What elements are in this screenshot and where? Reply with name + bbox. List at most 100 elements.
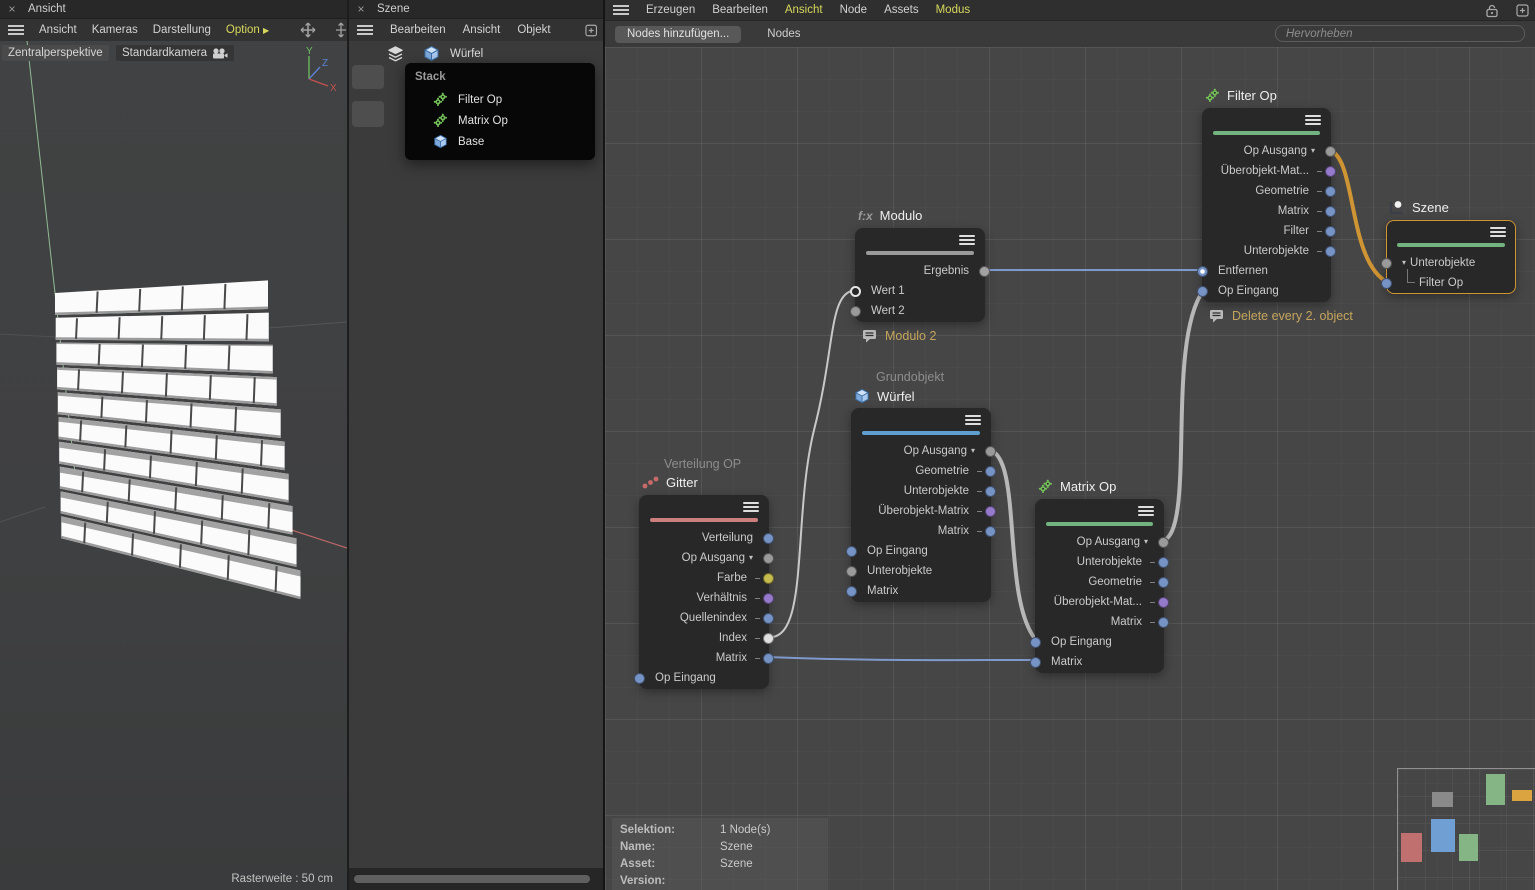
layers-icon[interactable] [387,46,404,62]
port-socket[interactable] [1381,258,1392,269]
menu-erzeugen[interactable]: Erzeugen [646,4,695,16]
node-filter-op[interactable]: Filter Op Op Ausgang▾Überobjekt-Mat...Ge… [1202,108,1331,302]
menu-bearbeiten[interactable]: Bearbeiten [390,24,446,36]
add-panel-icon[interactable] [1516,4,1529,17]
port-farbe[interactable]: Farbe [640,568,768,588]
port-wert-2[interactable]: Wert 2 [856,301,984,321]
port-options-arrow-icon[interactable]: ▾ [749,553,753,562]
port-socket[interactable] [1325,146,1336,157]
port-matrix[interactable]: Matrix [852,581,990,601]
menu-objekt[interactable]: Objekt [517,24,550,36]
node-menu-icon[interactable] [1490,227,1506,237]
pan-icon[interactable] [299,21,317,39]
port-unterobjekte[interactable]: Unterobjekte [1203,241,1330,261]
node-menu-icon[interactable] [959,235,975,245]
node-canvas[interactable] [605,47,1535,890]
port-socket[interactable] [1158,597,1169,608]
port-quellenindex[interactable]: Quellenindex [640,608,768,628]
port-geometrie[interactable]: Geometrie [1203,181,1330,201]
port-socket[interactable] [1325,206,1336,217]
tree-item-wuerfel[interactable]: Würfel [423,45,483,62]
port-socket[interactable] [985,486,996,497]
tab-nodes[interactable]: Nodes [767,28,800,40]
port-verh-ltnis[interactable]: Verhältnis [640,588,768,608]
add-panel-icon[interactable] [585,24,597,37]
port-socket[interactable] [634,673,645,684]
scrollbar-thumb[interactable] [354,875,590,883]
node-menu-icon[interactable] [1138,506,1154,516]
hamburger-icon[interactable] [357,25,373,35]
port-socket[interactable] [1381,278,1392,289]
port-options-arrow-icon[interactable]: ▾ [1144,537,1148,546]
port-socket[interactable] [846,566,857,577]
port-matrix[interactable]: Matrix [1203,201,1330,221]
port-socket[interactable] [985,446,996,457]
collapse-arrow-icon[interactable]: ▾ [1402,258,1406,267]
perspective-label[interactable]: Zentralperspektive [2,45,109,61]
viewport-3d-view[interactable]: Zentralperspektive Standardkamera Y Z X [0,41,347,890]
port--berobjekt-mat-[interactable]: Überobjekt-Mat... [1203,161,1330,181]
port-matrix[interactable]: Matrix [640,648,768,668]
port-geometrie[interactable]: Geometrie [852,461,990,481]
lock-icon[interactable] [1485,3,1499,18]
stack-item-matrix-op[interactable]: Matrix Op [405,110,595,131]
port-wert-1[interactable]: Wert 1 [856,281,984,301]
port-op-eingang[interactable]: Op Eingang [1036,632,1163,652]
menu-bearbeiten[interactable]: Bearbeiten [712,4,768,16]
port-options-arrow-icon[interactable]: ▾ [1311,146,1315,155]
port-socket[interactable] [1197,266,1208,277]
layer-swatch[interactable] [352,65,384,89]
node-matrix-op[interactable]: Matrix Op Op Ausgang▾UnterobjekteGeometr… [1035,499,1164,673]
port-socket[interactable] [1325,226,1336,237]
port--berobjekt-matrix[interactable]: Überobjekt-Matrix [852,501,990,521]
port-matrix[interactable]: Matrix [852,521,990,541]
port-socket[interactable] [763,593,774,604]
hamburger-icon[interactable] [8,25,24,35]
port-op-ausgang[interactable]: Op Ausgang▾ [1203,141,1330,161]
add-nodes-button[interactable]: Nodes hinzufügen... [615,26,741,43]
camera-label[interactable]: Standardkamera [116,45,234,61]
port-verteilung[interactable]: Verteilung [640,528,768,548]
node-menu-icon[interactable] [1305,115,1321,125]
node-modulo[interactable]: f:x Modulo ErgebnisWert 1Wert 2 Modulo 2 [855,228,985,322]
port-entfernen[interactable]: Entfernen [1203,261,1330,281]
port-socket[interactable] [1197,286,1208,297]
highlight-search-input[interactable] [1275,25,1525,42]
menu-assets[interactable]: Assets [884,4,919,16]
port-socket[interactable] [1158,537,1169,548]
node-menu-icon[interactable] [743,502,759,512]
port-socket[interactable] [1325,246,1336,257]
port-filter-op[interactable]: Filter Op [1387,273,1515,293]
port-socket[interactable] [1030,637,1041,648]
port-unterobjekte[interactable]: Unterobjekte [1036,552,1163,572]
port-geometrie[interactable]: Geometrie [1036,572,1163,592]
stack-item-base[interactable]: Base [405,131,595,152]
port-matrix[interactable]: Matrix [1036,612,1163,632]
layer-swatch[interactable] [352,101,384,127]
port-filter[interactable]: Filter [1203,221,1330,241]
port-op-eingang[interactable]: Op Eingang [640,668,768,688]
port-op-eingang[interactable]: Op Eingang [1203,281,1330,301]
menu-ansicht[interactable]: Ansicht [463,24,501,36]
port-socket[interactable] [763,633,774,644]
port-options-arrow-icon[interactable]: ▾ [971,446,975,455]
node-gitter[interactable]: Verteilung OP Gitter VerteilungOp Ausgan… [639,495,769,689]
port-socket[interactable] [763,553,774,564]
hamburger-icon[interactable] [613,5,629,15]
port-op-ausgang[interactable]: Op Ausgang▾ [852,441,990,461]
stack-item-filter-op[interactable]: Filter Op [405,89,595,110]
port-matrix[interactable]: Matrix [1036,652,1163,672]
port-socket[interactable] [763,533,774,544]
menu-node[interactable]: Node [840,4,868,16]
port-socket[interactable] [763,653,774,664]
port-socket[interactable] [763,613,774,624]
port-socket[interactable] [846,586,857,597]
close-icon[interactable]: × [355,2,367,16]
port-socket[interactable] [850,306,861,317]
port-index[interactable]: Index [640,628,768,648]
menu-kameras[interactable]: Kameras [92,24,138,36]
port-unterobjekte[interactable]: Unterobjekte [852,561,990,581]
port-socket[interactable] [1325,186,1336,197]
port-unterobjekte[interactable]: Unterobjekte [852,481,990,501]
port-socket[interactable] [1158,577,1169,588]
